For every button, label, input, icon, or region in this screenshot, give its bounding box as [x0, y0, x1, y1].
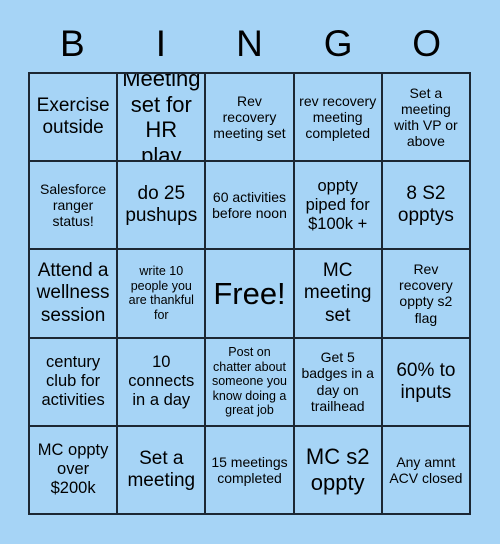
bingo-cell-label: Rev recovery meeting set	[213, 92, 286, 142]
bingo-card: B I N G O Exercise outside Meeting set f…	[0, 0, 500, 544]
bingo-cell-free[interactable]: Free!	[206, 250, 295, 339]
bingo-cell-label: MC oppty over $200k	[37, 441, 109, 498]
bingo-cell-g3[interactable]: MC meeting set	[294, 250, 383, 339]
bingo-cell-b5[interactable]: MC oppty over $200k	[30, 426, 119, 515]
bingo-header-letter-n: N	[236, 22, 263, 64]
bingo-cell-i3[interactable]: write 10 people you are thankful for	[118, 250, 207, 339]
bingo-cell-o3[interactable]: Rev recovery oppty s2 flag	[382, 250, 471, 339]
bingo-cell-b3[interactable]: Attend a wellness session	[30, 250, 119, 339]
bingo-header-letter-g: G	[323, 22, 353, 64]
bingo-cell-b2[interactable]: Salesforce ranger status!	[30, 162, 119, 251]
bingo-cell-o5[interactable]: Any amnt ACV closed	[382, 426, 471, 515]
bingo-cell-i1[interactable]: Meeting set for HR play	[118, 74, 207, 163]
bingo-cell-g5[interactable]: MC s2 oppty	[294, 426, 383, 515]
bingo-cell-label: do 25 pushups	[125, 183, 198, 227]
bingo-cell-label: Attend a wellness session	[36, 260, 110, 326]
bingo-cell-label: Any amnt ACV closed	[389, 453, 463, 486]
bingo-cell-label: Meeting set for HR play	[122, 74, 201, 163]
bingo-cell-label: 8 S2 opptys	[397, 183, 454, 227]
bingo-cell-label: MC meeting set	[303, 260, 372, 326]
bingo-header: B I N G O	[28, 14, 471, 72]
bingo-cell-label: Get 5 badges in a day on trailhead	[301, 349, 374, 414]
bingo-cell-label: 60% to inputs	[396, 359, 456, 403]
bingo-cell-label: 10 connects in a day	[128, 353, 195, 410]
bingo-cell-o1[interactable]: Set a meeting with VP or above	[382, 74, 471, 163]
bingo-cell-label: Set a meeting with VP or above	[394, 84, 458, 150]
bingo-cell-label: century club for activities	[41, 353, 105, 410]
bingo-cell-label: Post on chatter about someone you know d…	[211, 345, 288, 418]
bingo-cell-n4[interactable]: Post on chatter about someone you know d…	[206, 338, 295, 427]
bingo-cell-o2[interactable]: 8 S2 opptys	[382, 162, 471, 251]
bingo-cell-n5[interactable]: 15 meetings completed	[206, 426, 295, 515]
bingo-cell-label: 15 meetings completed	[211, 453, 288, 486]
bingo-header-letter-o: O	[412, 22, 442, 64]
bingo-cell-g4[interactable]: Get 5 badges in a day on trailhead	[294, 338, 383, 427]
bingo-cell-i4[interactable]: 10 connects in a day	[118, 338, 207, 427]
bingo-cell-n2[interactable]: 60 activities before noon	[206, 162, 295, 251]
bingo-cell-label: write 10 people you are thankful for	[128, 264, 194, 322]
bingo-cell-label: Rev recovery oppty s2 flag	[399, 261, 453, 326]
bingo-cell-n1[interactable]: Rev recovery meeting set	[206, 74, 295, 163]
bingo-free-label: Free!	[213, 275, 286, 311]
bingo-cell-g2[interactable]: oppty piped for $100k +	[294, 162, 383, 251]
bingo-grid: Exercise outside Meeting set for HR play…	[28, 72, 471, 515]
bingo-cell-b1[interactable]: Exercise outside	[30, 74, 119, 163]
bingo-cell-g1[interactable]: rev recovery meeting completed	[294, 74, 383, 163]
bingo-cell-o4[interactable]: 60% to inputs	[382, 338, 471, 427]
bingo-cell-label: rev recovery meeting completed	[299, 92, 377, 142]
bingo-cell-b4[interactable]: century club for activities	[30, 338, 119, 427]
bingo-cell-i2[interactable]: do 25 pushups	[118, 162, 207, 251]
bingo-cell-label: Exercise outside	[36, 95, 110, 139]
bingo-header-letter-b: B	[59, 22, 85, 64]
bingo-cell-label: 60 activities before noon	[212, 189, 287, 222]
bingo-cell-label: oppty piped for $100k +	[305, 176, 370, 233]
bingo-cell-label: MC s2 oppty	[305, 444, 370, 495]
bingo-cell-i5[interactable]: Set a meeting	[118, 426, 207, 515]
bingo-header-letter-i: I	[155, 22, 167, 64]
bingo-cell-label: Set a meeting	[127, 447, 196, 491]
bingo-cell-label: Salesforce ranger status!	[40, 180, 107, 230]
